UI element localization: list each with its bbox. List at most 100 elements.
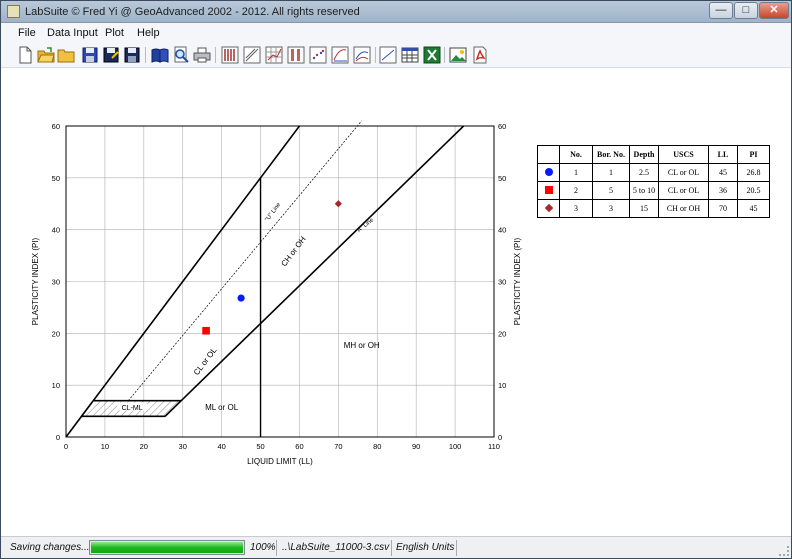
- grid-plot-icon[interactable]: [265, 46, 283, 64]
- toolbar: [1, 43, 791, 68]
- line-plot-icon[interactable]: [243, 46, 261, 64]
- status-separator: [456, 540, 457, 556]
- table-cell: 3: [559, 199, 593, 218]
- table-icon[interactable]: [401, 46, 419, 64]
- sample-table: No. Bor. No. Depth USCS LL PI 1 1 2.5 CL…: [537, 145, 770, 218]
- diamond-symbol-icon: [544, 203, 553, 213]
- x-axis-label: LIQUID LIMIT (LL): [247, 457, 313, 466]
- zoom-level: 100%: [250, 542, 276, 553]
- toolbar-separator: [375, 47, 376, 63]
- status-message: Saving changes...: [10, 542, 90, 553]
- open-folder-icon[interactable]: [37, 46, 55, 64]
- progress-fill: [91, 542, 243, 553]
- print-icon[interactable]: [193, 46, 211, 64]
- table-row: 2 5 5 to 10 CL or OL 36 20.5: [537, 181, 770, 200]
- save-all-icon[interactable]: [123, 46, 141, 64]
- x-tick-label: 100: [449, 442, 462, 451]
- cl-ml-label: CL-ML: [122, 405, 143, 412]
- u-line: [127, 120, 362, 401]
- x-tick-label: 90: [412, 442, 420, 451]
- book-icon[interactable]: [151, 46, 169, 64]
- a-line: [164, 125, 465, 417]
- menu-file[interactable]: File: [18, 27, 36, 39]
- multi-curve-icon[interactable]: [353, 46, 371, 64]
- ch-oh-label: CH or OH: [279, 235, 307, 269]
- x-tick-label: 10: [101, 442, 109, 451]
- cl-ol-label: CL or OL: [192, 345, 219, 377]
- minimize-button[interactable]: —: [709, 2, 733, 19]
- bar-plot-icon[interactable]: [221, 46, 239, 64]
- data-point-square: [202, 326, 210, 335]
- y-tick-label-right: 40: [498, 226, 506, 235]
- table-header-row: No. Bor. No. Depth USCS LL PI: [537, 145, 770, 164]
- menu-data-input[interactable]: Data Input: [47, 27, 98, 39]
- a-line-label: "A" Line: [355, 217, 376, 235]
- curve-plot-icon[interactable]: [331, 46, 349, 64]
- x-tick-label: 110: [488, 442, 500, 451]
- y-axis-label-right: PLASTICITY INDEX (PI): [513, 237, 522, 325]
- save-icon[interactable]: [81, 46, 99, 64]
- table-cell: 15: [629, 199, 659, 218]
- toolbar-separator: [444, 47, 445, 63]
- y-axis-label: PLASTICITY INDEX (PI): [31, 237, 40, 325]
- scatter-plot-icon[interactable]: [309, 46, 327, 64]
- table-header-pi: PI: [737, 145, 770, 164]
- plasticity-chart: 0 010 1020 2030 3040 4050 5060 600 10 20 30 40 50 60 7…: [31, 120, 522, 466]
- save-as-icon[interactable]: [102, 46, 120, 64]
- y-tick-label-right: 0: [498, 433, 502, 442]
- toolbar-separator: [215, 47, 216, 63]
- preview-icon[interactable]: [172, 46, 190, 64]
- table-cell: 5 to 10: [629, 181, 659, 200]
- x-tick-label: 80: [373, 442, 381, 451]
- excel-icon[interactable]: [423, 46, 441, 64]
- square-symbol-icon: [544, 185, 553, 194]
- y-tick-label-right: 60: [498, 122, 506, 131]
- table-row: 1 1 2.5 CL or OL 45 26.8: [537, 163, 770, 182]
- status-separator: [276, 540, 277, 556]
- toolbar-separator: [145, 47, 146, 63]
- column-plot-icon[interactable]: [287, 46, 305, 64]
- units-label: English Units: [396, 542, 455, 553]
- maximize-button[interactable]: □: [734, 2, 758, 19]
- table-cell: 36: [708, 181, 738, 200]
- y-tick-label: 0: [56, 433, 60, 442]
- x-tick-label: 0: [64, 442, 68, 451]
- y-tick-label-right: 20: [498, 329, 506, 338]
- status-bar: Saving changes... 100% ..\LabSuite_11000…: [1, 536, 791, 558]
- image-icon[interactable]: [449, 46, 467, 64]
- table-cell-symbol: [537, 163, 560, 182]
- resize-grip[interactable]: [779, 546, 789, 556]
- table-row: 3 3 15 CH or OH 70 45: [537, 199, 770, 218]
- pdf-icon[interactable]: [471, 46, 489, 64]
- close-button[interactable]: ✕: [759, 2, 789, 19]
- x-tick-label: 40: [217, 442, 225, 451]
- table-header-uscs: USCS: [658, 145, 709, 164]
- data-point-diamond: [334, 200, 342, 208]
- folder-icon[interactable]: [57, 46, 75, 64]
- table-cell: 26.8: [737, 163, 770, 182]
- app-window: LabSuite © Fred Yi @ GeoAdvanced 2002 - …: [0, 0, 792, 559]
- title-bar[interactable]: LabSuite © Fred Yi @ GeoAdvanced 2002 - …: [1, 1, 791, 23]
- save-progress-bar: [89, 540, 245, 555]
- table-cell-symbol: [537, 199, 560, 218]
- table-cell-symbol: [537, 181, 560, 200]
- file-path: ..\LabSuite_11000-3.csv: [282, 542, 390, 553]
- trend-plot-icon[interactable]: [379, 46, 397, 64]
- app-icon: [7, 5, 20, 18]
- table-header-symbol: [537, 145, 560, 164]
- table-cell: 2.5: [629, 163, 659, 182]
- menu-plot[interactable]: Plot: [105, 27, 124, 39]
- y-tick-label: 60: [52, 122, 60, 131]
- table-cell: CL or OL: [658, 163, 709, 182]
- y-tick-label: 10: [52, 381, 60, 390]
- menu-bar: File Data Input Plot Help: [1, 23, 791, 43]
- ml-ol-label: ML or OL: [205, 403, 239, 412]
- y-tick-label: 30: [52, 278, 60, 287]
- menu-help[interactable]: Help: [137, 27, 160, 39]
- y-tick-label-right: 10: [498, 381, 506, 390]
- data-point-circle: [237, 294, 245, 302]
- x-tick-label: 50: [256, 442, 264, 451]
- plot-area: 0 0 10 10 20 20 30 30 40 40 50 50 60 60 0 10 20 30 40 50 60 7…: [1, 69, 791, 536]
- new-file-icon[interactable]: [16, 46, 34, 64]
- table-cell: 1: [559, 163, 593, 182]
